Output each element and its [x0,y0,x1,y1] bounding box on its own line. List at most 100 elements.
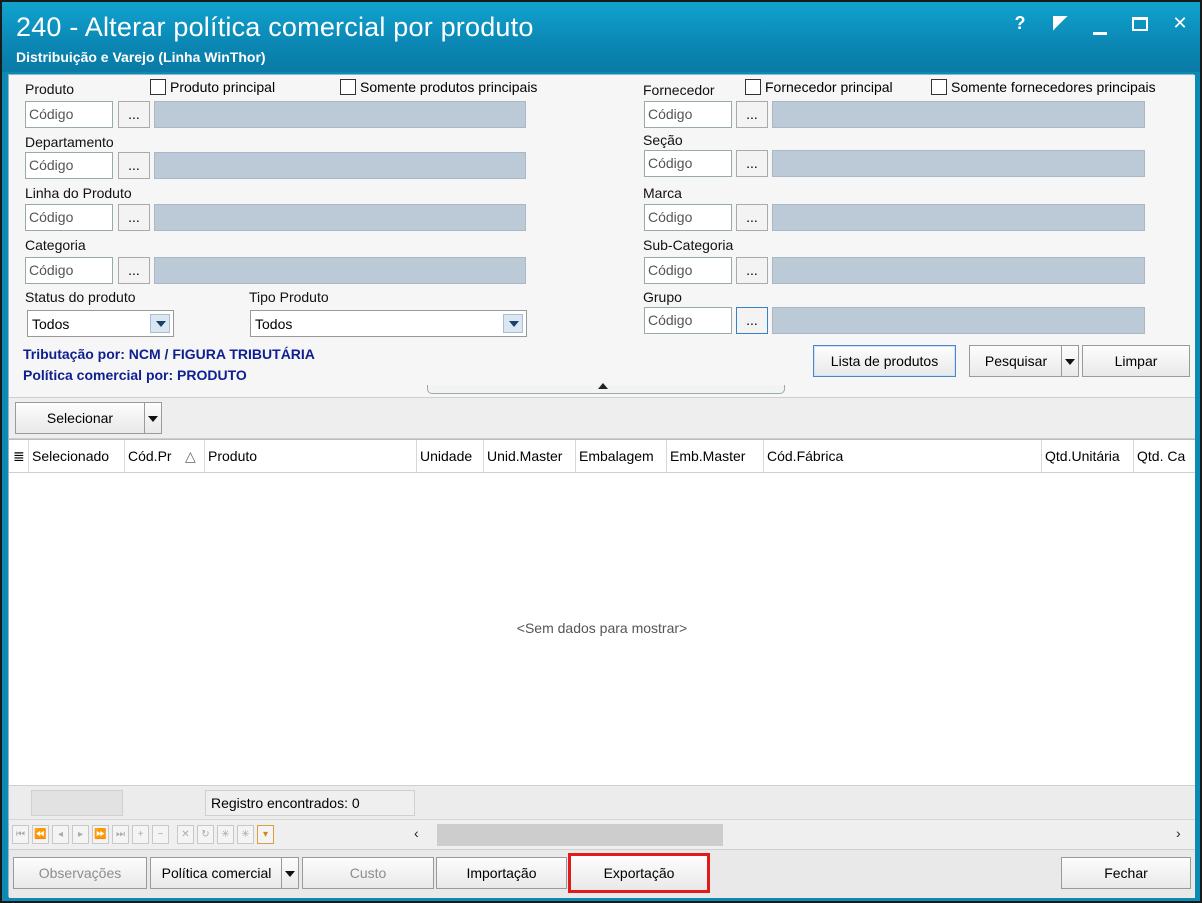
produto-principal-checkbox[interactable]: Produto principal [150,79,275,95]
secao-label: Seção [643,132,683,148]
checkbox-box[interactable] [931,79,947,95]
close-button[interactable]: ✕ [1170,12,1190,34]
checkbox-box[interactable] [745,79,761,95]
col-embalagem[interactable]: Embalagem [576,440,667,473]
col-emb-master[interactable]: Emb.Master [667,440,764,473]
col-cod-produto[interactable]: Cód.Pr △ [125,440,205,473]
grid-toolbar: Selecionar [9,397,1195,439]
first-page-icon[interactable]: ⏮ [12,825,29,844]
col-selecionado[interactable]: Selecionado [29,440,125,473]
selecionar-dropdown-button[interactable] [144,402,162,434]
checkbox-box[interactable] [340,79,356,95]
grid-footer: Registro encontrados: 0 [9,785,1195,819]
checkbox-label: Somente fornecedores principais [951,79,1156,95]
grupo-code-input[interactable]: Código [644,307,732,334]
marca-label: Marca [643,185,682,201]
fornecedor-principal-checkbox[interactable]: Fornecedor principal [745,79,893,95]
next-record-icon[interactable]: ▸ [72,825,89,844]
insert-icon[interactable]: + [132,825,149,844]
chevron-up-icon[interactable] [598,383,608,389]
politica-comercial-button[interactable]: Política comercial [150,857,283,889]
prev-page-icon[interactable]: ⏪ [32,825,49,844]
status-produto-value: Todos [32,316,70,332]
window-title: 240 - Alterar política comercial por pro… [16,12,534,42]
pesquisar-button[interactable]: Pesquisar [969,345,1063,377]
departamento-code-input[interactable]: Código [25,152,113,179]
products-grid: ≣ Selecionado Cód.Pr △ Produto Unidade U… [9,439,1195,785]
fornecedor-code-input[interactable]: Código [644,101,732,128]
records-count: Registro encontrados: 0 [205,790,415,816]
selecionar-button[interactable]: Selecionar [15,402,145,434]
fornecedor-label: Fornecedor [643,82,715,98]
secao-lookup-button[interactable]: ... [736,150,768,177]
maximize-icon [1132,17,1148,31]
linha-produto-lookup-button[interactable]: ... [118,204,150,231]
col-cod-fabrica[interactable]: Cód.Fábrica [764,440,1042,473]
politica-comercial-dropdown-button[interactable] [281,857,299,889]
bookmark-icon[interactable]: ✳ [217,825,234,844]
custo-button[interactable]: Custo [302,857,434,889]
exportacao-button[interactable]: Exportação [568,853,710,893]
column-chooser-icon[interactable]: ≣ [9,440,29,473]
observacoes-button[interactable]: Observações [13,857,147,889]
subcategoria-lookup-button[interactable]: ... [736,257,768,284]
subcategoria-label: Sub-Categoria [643,237,734,253]
checkbox-label: Somente produtos principais [360,79,538,95]
lista-produtos-button[interactable]: Lista de produtos [813,345,956,377]
next-page-icon[interactable]: ⏩ [92,825,109,844]
col-qtd-unitaria[interactable]: Qtd.Unitária [1042,440,1134,473]
minimize-button[interactable] [1090,12,1110,35]
importacao-button[interactable]: Importação [436,857,567,889]
window-controls: ? ✕ [1010,12,1190,35]
fechar-button[interactable]: Fechar [1061,857,1191,889]
politica-info: Política comercial por: PRODUTO [23,367,247,383]
scroll-left-icon[interactable]: ‹ [414,825,419,841]
col-produto[interactable]: Produto [205,440,417,473]
prev-record-icon[interactable]: ◂ [52,825,69,844]
filter-panel: Produto Produto principal Somente produt… [9,75,1195,397]
checkbox-box[interactable] [150,79,166,95]
filter-icon[interactable]: ▾ [257,825,274,844]
tipo-produto-select[interactable]: Todos [250,310,527,337]
departamento-lookup-button[interactable]: ... [118,152,150,179]
checkbox-label: Fornecedor principal [765,79,893,95]
refresh-icon[interactable]: ↻ [197,825,214,844]
horizontal-scrollbar-thumb[interactable] [437,824,723,846]
cancel-icon[interactable]: ✕ [177,825,194,844]
tributacao-info: Tributação por: NCM / FIGURA TRIBUTÁRIA [23,346,315,362]
somente-fornecedores-principais-checkbox[interactable]: Somente fornecedores principais [931,79,1156,95]
produto-lookup-button[interactable]: ... [118,101,150,128]
somente-produtos-principais-checkbox[interactable]: Somente produtos principais [340,79,537,95]
linha-produto-label: Linha do Produto [25,185,132,201]
categoria-code-input[interactable]: Código [25,257,113,284]
scroll-right-icon[interactable]: › [1176,825,1181,841]
secao-code-input[interactable]: Código [644,150,732,177]
col-qtd-caixa[interactable]: Qtd. Ca [1134,440,1195,473]
marca-description-field [772,204,1145,231]
subcategoria-code-input[interactable]: Código [644,257,732,284]
pesquisar-dropdown-button[interactable] [1061,345,1079,377]
departamento-label: Departamento [25,134,114,150]
marca-lookup-button[interactable]: ... [736,204,768,231]
limpar-button[interactable]: Limpar [1082,345,1190,377]
chevron-down-icon[interactable] [150,314,170,333]
chevron-down-icon[interactable] [503,314,523,333]
categoria-lookup-button[interactable]: ... [118,257,150,284]
title-bar: 240 - Alterar política comercial por pro… [2,2,1200,72]
delete-icon[interactable]: − [152,825,169,844]
fornecedor-lookup-button[interactable]: ... [736,101,768,128]
marca-code-input[interactable]: Código [644,204,732,231]
col-unidade[interactable]: Unidade [417,440,484,473]
linha-produto-code-input[interactable]: Código [25,204,113,231]
goto-bookmark-icon[interactable]: ✳ [237,825,254,844]
panel-splitter[interactable] [427,383,785,394]
grupo-lookup-button[interactable]: ... [736,307,768,334]
help-button[interactable]: ? [1010,12,1030,34]
maximize-button[interactable] [1130,12,1150,34]
restore-button[interactable] [1050,12,1070,34]
status-produto-select[interactable]: Todos [27,310,174,337]
last-page-icon[interactable]: ⏭ [112,825,129,844]
col-unid-master[interactable]: Unid.Master [484,440,576,473]
col-cod-produto-label: Cód.Pr [128,448,172,464]
produto-code-input[interactable]: Código [25,101,113,128]
